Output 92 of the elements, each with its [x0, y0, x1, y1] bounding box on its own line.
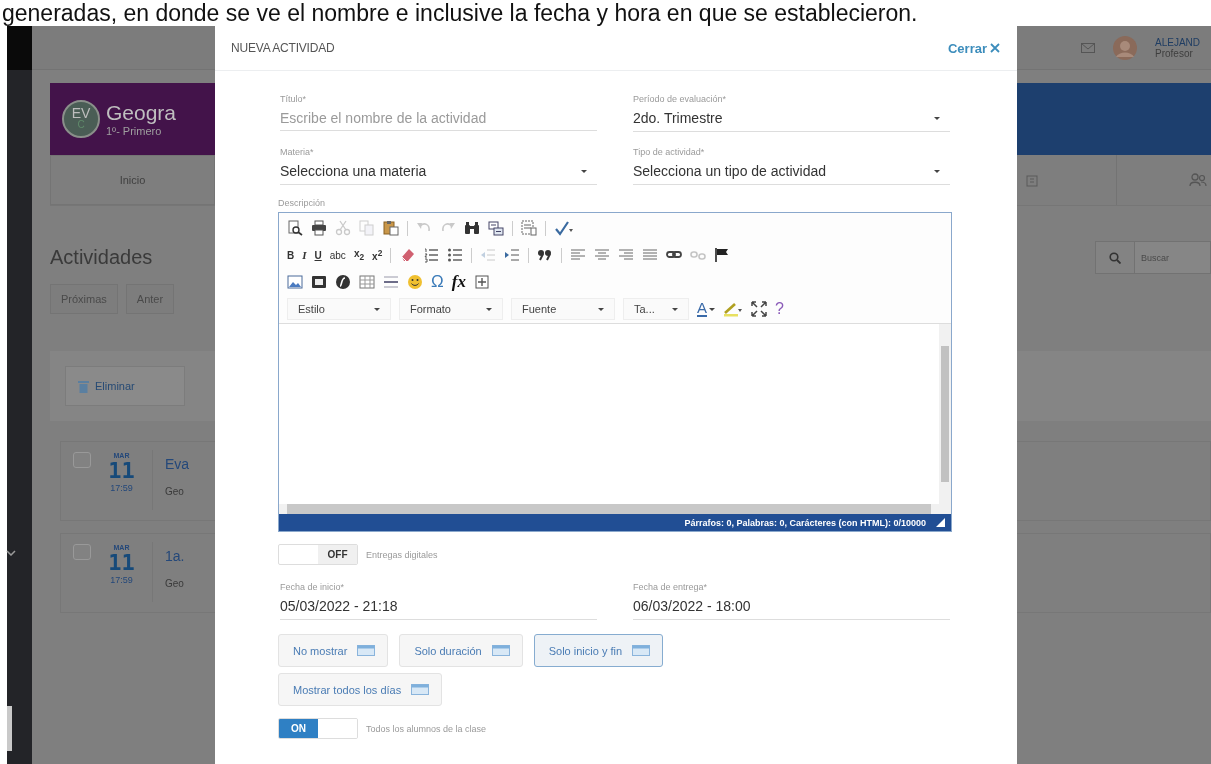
- align-right-icon[interactable]: [618, 247, 635, 263]
- bullet-list-icon[interactable]: [447, 247, 464, 263]
- paste-icon[interactable]: [383, 220, 399, 236]
- display-option-button[interactable]: Mostrar todos los días: [278, 673, 443, 706]
- mail-icon[interactable]: [1081, 42, 1095, 53]
- field-label: Tipo de actividad*: [633, 146, 706, 158]
- dropdown[interactable]: Selecciona una materia: [280, 158, 597, 185]
- underline-button[interactable]: U: [314, 249, 322, 261]
- select-all-icon[interactable]: [521, 220, 537, 236]
- trash-icon: [78, 379, 89, 393]
- table-icon[interactable]: [359, 274, 375, 290]
- printer-icon[interactable]: [311, 220, 327, 236]
- display-option-button[interactable]: No mostrar: [278, 634, 389, 667]
- scroll-bar: [7, 706, 12, 751]
- user-name: ALEJAND: [1155, 36, 1201, 48]
- flash-icon[interactable]: [335, 274, 351, 290]
- field-label: Descripción: [278, 197, 327, 209]
- preview-icon[interactable]: [287, 220, 303, 236]
- calendar-icon: [491, 645, 510, 656]
- date-time: 17:59: [110, 575, 133, 585]
- strikethrough-button[interactable]: abc: [329, 249, 346, 261]
- dropdown[interactable]: Formato: [399, 298, 503, 320]
- horizontal-line-icon[interactable]: [383, 274, 399, 290]
- display-option-button[interactable]: Solo inicio y fin: [533, 634, 664, 667]
- checkbox[interactable]: [73, 452, 91, 468]
- bold-button[interactable]: x$^{2}$: [372, 247, 383, 263]
- activity-subtitle: Geo: [165, 578, 185, 589]
- help-button[interactable]: ?: [775, 300, 784, 318]
- people-icon[interactable]: [1189, 173, 1207, 187]
- caption-text: generadas, en donde se ve el nombre e inclusive la fecha y hora en que se establecieron.: [1, 0, 919, 26]
- text-color-button[interactable]: A: [697, 301, 715, 317]
- course-subtitle: 1º- Primero: [106, 125, 163, 137]
- field-label: Fecha de inicio*: [280, 581, 346, 593]
- spellcheck-icon[interactable]: [554, 220, 574, 236]
- bold-button[interactable]: x$_{2}$: [353, 248, 365, 262]
- date-field[interactable]: 05/03/2022 - 21:18: [280, 593, 597, 620]
- close-icon: [990, 43, 1000, 53]
- dropdown[interactable]: Selecciona un tipo de actividad: [633, 158, 950, 185]
- smiley-icon[interactable]: [407, 274, 423, 290]
- bold-button[interactable]: B: [287, 249, 295, 261]
- highlighter-icon[interactable]: [723, 301, 743, 317]
- toggle-switch[interactable]: OFF: [278, 544, 358, 565]
- word-count-text: Párrafos: 0, Palabras: 0, Carácteres (con HTML): 0/10000: [684, 517, 926, 528]
- film-icon[interactable]: [311, 274, 327, 290]
- indent-icon[interactable]: [504, 247, 521, 263]
- fullscreen-icon[interactable]: [751, 301, 767, 317]
- quote-icon[interactable]: [537, 247, 554, 263]
- date-day: 11: [108, 459, 135, 483]
- resize-handle-icon[interactable]: [936, 518, 945, 527]
- field-label: Período de evaluación*: [633, 93, 728, 105]
- binoculars-icon[interactable]: [464, 220, 480, 236]
- toggle-label: Entregas digitales: [366, 549, 438, 560]
- activity-subtitle: Geo: [165, 486, 185, 497]
- formula-button[interactable]: fx: [451, 272, 466, 292]
- dropdown[interactable]: Estilo: [287, 298, 391, 320]
- dropdown[interactable]: 2do. Trimestre: [633, 105, 950, 132]
- calendar-icon: [357, 645, 376, 656]
- checkbox[interactable]: [73, 544, 91, 560]
- toggle-label: Todos los alumnos de la clase: [366, 723, 487, 734]
- search-icon: [1109, 251, 1121, 264]
- justify-icon[interactable]: [642, 247, 659, 263]
- numbered-list-icon[interactable]: [423, 247, 440, 263]
- user-role: Profesor: [1155, 47, 1194, 59]
- find-replace-icon[interactable]: [488, 220, 504, 236]
- dropdown[interactable]: Ta...: [623, 298, 689, 320]
- sidebar-header: [7, 26, 32, 70]
- close-button[interactable]: Cerrar: [947, 40, 1000, 56]
- avatar-initials: EV: [71, 108, 91, 119]
- calendar-icon: [411, 684, 430, 695]
- calendar-icon: [632, 645, 651, 656]
- image-icon[interactable]: [287, 274, 303, 290]
- align-center-icon[interactable]: [594, 247, 611, 263]
- field-label: Fecha de entrega*: [633, 581, 709, 593]
- chevron-down-icon[interactable]: [5, 550, 16, 556]
- plus-box-icon[interactable]: [473, 274, 490, 290]
- eraser-icon[interactable]: [399, 247, 416, 263]
- special-character-button[interactable]: Ω: [431, 272, 444, 292]
- display-option-button[interactable]: Solo duración: [399, 634, 523, 667]
- date-day: 11: [108, 551, 135, 575]
- flag-icon[interactable]: [714, 247, 731, 263]
- date-time: 17:59: [110, 483, 133, 493]
- page-title: Actividades: [50, 246, 153, 269]
- italic-button[interactable]: I: [302, 249, 307, 261]
- search-button[interactable]: [1095, 241, 1135, 274]
- course-title: Geogra: [106, 101, 177, 125]
- dialog-title: NUEVA ACTIVIDAD: [231, 41, 335, 55]
- toggle-switch[interactable]: ON: [278, 718, 358, 739]
- field-label: Materia*: [280, 146, 315, 158]
- align-left-icon[interactable]: [570, 247, 587, 263]
- date-field[interactable]: 06/03/2022 - 18:00: [633, 593, 950, 620]
- dropdown[interactable]: Fuente: [511, 298, 615, 320]
- field-label: Título*: [280, 93, 307, 105]
